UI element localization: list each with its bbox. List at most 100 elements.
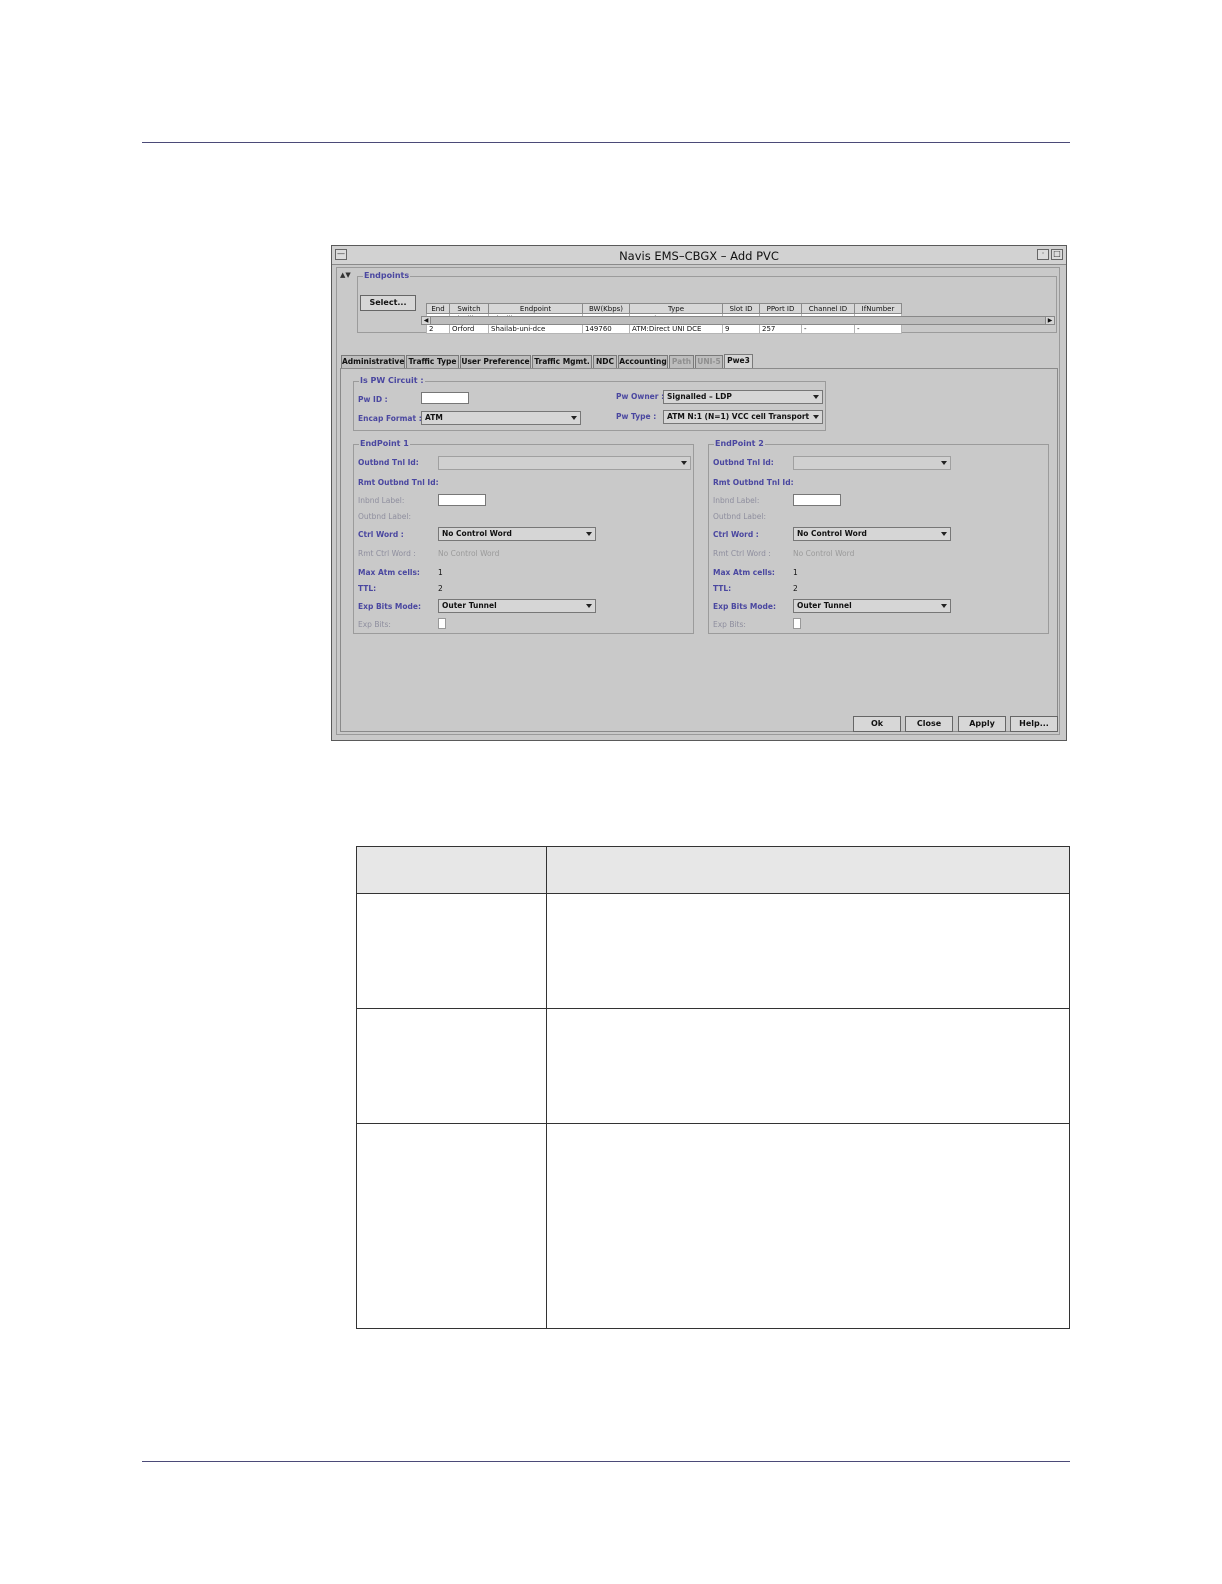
pw-type-select[interactable]: ATM N:1 (N=1) VCC cell Transport [663,410,823,424]
inbnd-label-label: Inbnd Label: [713,496,760,505]
rmt-ctrl-word-label: Rmt Ctrl Word : [713,549,771,558]
exp-bits-mode-label: Exp Bits Mode: [713,602,776,611]
pw-circuit-title: Is PW Circuit : [359,376,425,385]
ctrl-word-label: Ctrl Word : [713,530,759,539]
endpoints-group-title: Endpoints [363,271,411,280]
scroll-left-icon[interactable]: ◀ [422,317,431,324]
rmt-outbnd-tnl-label: Rmt Outbnd Tnl Id: [713,478,794,487]
endpoints-column-header[interactable]: BW(Kbps) [582,303,630,314]
ok-button[interactable]: Ok [853,716,901,732]
outbnd-tnl-select[interactable] [438,456,691,470]
outbnd-tnl-label: Outbnd Tnl Id: [713,458,774,467]
table-row [357,1008,1069,1009]
minimize-icon[interactable]: · [1037,249,1049,260]
chevron-down-icon [586,604,592,608]
max-atm-cells-value: 1 [793,568,798,577]
ttl-label: TTL: [358,584,377,593]
tab-pwe3[interactable]: Pwe3 [724,354,753,368]
tab-accounting[interactable]: Accounting [618,355,668,368]
tab-administrative[interactable]: Administrative [341,355,405,368]
tab-user-preference[interactable]: User Preference [460,355,531,368]
scroll-right-icon[interactable]: ▶ [1045,317,1054,324]
pw-id-label: Pw ID : [358,395,388,404]
table-cell: Shailab-uni-dce [488,323,583,334]
window-content: ▲▼ Endpoints Select... End Switch Endpoint… [336,267,1060,735]
pw-owner-select[interactable]: Signalled – LDP [663,390,823,404]
table-cell: - [854,323,902,334]
chevron-down-icon [941,461,947,465]
outbnd-label-label: Outbnd Label: [713,512,767,521]
table-cell: Orford [449,323,489,334]
endpoints-column-header[interactable]: Slot ID [722,303,760,314]
inbnd-label-input[interactable] [438,494,486,506]
ctrl-word-label: Ctrl Word : [358,530,404,539]
endpoint-2-group: EndPoint 2 Outbnd Tnl Id: Rmt Outbnd Tnl… [708,439,1049,634]
max-atm-cells-label: Max Atm cells: [713,568,775,577]
inbnd-label-input[interactable] [793,494,841,506]
help-button[interactable]: Help... [1010,716,1058,732]
endpoint-2-title: EndPoint 2 [714,439,765,448]
table-column-divider [546,847,547,1328]
endpoints-column-header[interactable]: PPort ID [759,303,802,314]
exp-bits-mode-select[interactable]: Outer Tunnel [438,599,596,613]
tab-uni-5[interactable]: UNI-5 [695,355,723,368]
ttl-value: 2 [793,584,798,593]
table-cell: ATM:Direct UNI DCE [629,323,723,334]
collapse-toggle-icon[interactable]: ▲▼ [340,271,351,279]
tab-ndc[interactable]: NDC [593,355,617,368]
endpoints-column-header[interactable]: Channel ID [801,303,855,314]
ctrl-word-value: No Control Word [442,529,512,538]
pw-owner-value: Signalled – LDP [667,392,732,401]
add-pvc-window: — Navis EMS–CBGX – Add PVC · □ ▲▼ Endpoi… [331,245,1067,741]
chevron-down-icon [813,395,819,399]
inbnd-label-label: Inbnd Label: [358,496,405,505]
endpoints-column-header[interactable]: IfNumber [854,303,902,314]
outbnd-tnl-label: Outbnd Tnl Id: [358,458,419,467]
chevron-down-icon [586,532,592,536]
max-atm-cells-label: Max Atm cells: [358,568,420,577]
rmt-outbnd-tnl-label: Rmt Outbnd Tnl Id: [358,478,439,487]
exp-bits-mode-value: Outer Tunnel [797,601,852,610]
table-row [357,893,1069,894]
select-button[interactable]: Select... [360,295,416,311]
table-header-row [357,847,1069,893]
tab-traffic-mgmt[interactable]: Traffic Mgmt. [532,355,592,368]
pwe3-panel: Is PW Circuit : Pw ID : Encap Format : A… [340,368,1058,732]
apply-button[interactable]: Apply [958,716,1006,732]
exp-bits-input[interactable] [438,618,446,629]
table-cell: - [801,323,855,334]
ctrl-word-value: No Control Word [797,529,867,538]
pw-id-input[interactable] [421,392,469,404]
encap-format-select[interactable]: ATM [421,411,581,425]
table-row[interactable]: 2 Orford Shailab-uni-dce 149760 ATM:Direct U… [426,323,902,334]
table-cell: 2 [426,323,450,334]
outbnd-tnl-select[interactable] [793,456,951,470]
maximize-icon[interactable]: □ [1051,249,1063,260]
tab-path[interactable]: Path [669,355,694,368]
exp-bits-mode-value: Outer Tunnel [442,601,497,610]
tab-traffic-type[interactable]: Traffic Type [406,355,459,368]
close-button[interactable]: Close [905,716,953,732]
rmt-ctrl-word-label: Rmt Ctrl Word : [358,549,416,558]
max-atm-cells-value: 1 [438,568,443,577]
endpoints-column-header[interactable]: Type [629,303,723,314]
pw-circuit-group: Is PW Circuit : Pw ID : Encap Format : A… [353,376,826,431]
exp-bits-mode-label: Exp Bits Mode: [358,602,421,611]
endpoints-column-header[interactable]: Endpoint [488,303,583,314]
chevron-down-icon [813,415,819,419]
footer-rule [142,1461,1070,1462]
exp-bits-mode-select[interactable]: Outer Tunnel [793,599,951,613]
endpoints-scrollbar[interactable]: ◀ ▶ [421,316,1055,325]
ctrl-word-select[interactable]: No Control Word [793,527,951,541]
title-bar[interactable]: — Navis EMS–CBGX – Add PVC · □ [332,246,1066,265]
header-rule [142,142,1070,143]
ctrl-word-select[interactable]: No Control Word [438,527,596,541]
table-cell: 9 [722,323,760,334]
endpoints-column-header[interactable]: End [426,303,450,314]
endpoints-column-header[interactable]: Switch [449,303,489,314]
exp-bits-input[interactable] [793,618,801,629]
table-row [357,1123,1069,1124]
exp-bits-label: Exp Bits: [358,620,391,629]
ttl-value: 2 [438,584,443,593]
rmt-ctrl-word-value: No Control Word [438,549,500,558]
